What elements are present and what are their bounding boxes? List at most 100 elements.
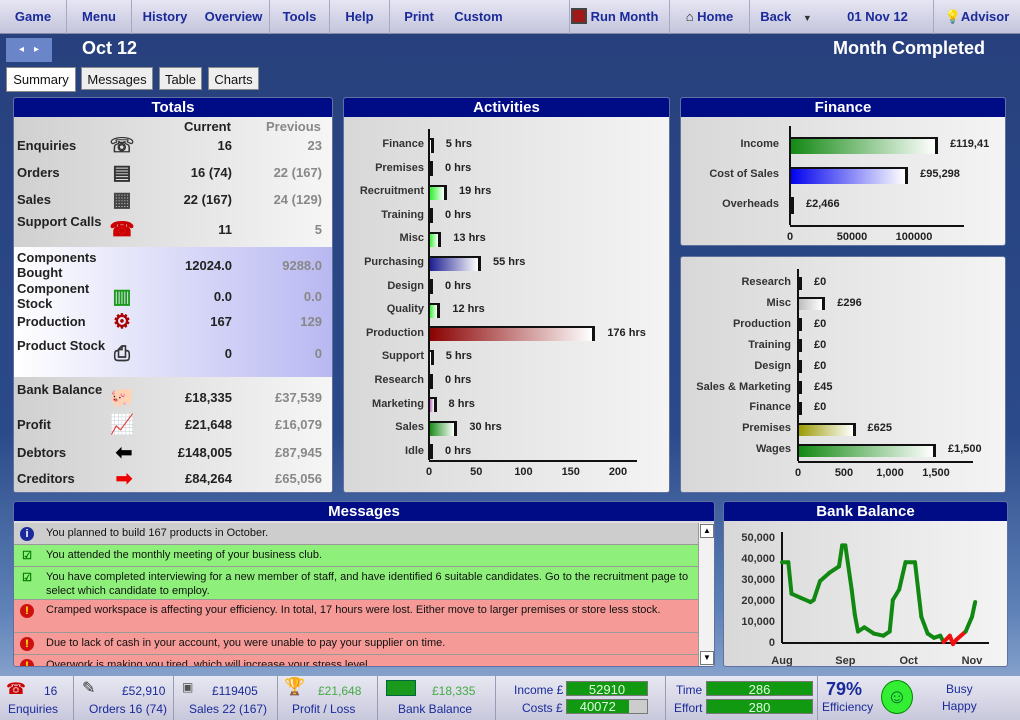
x-tick-label: 50 [470, 466, 483, 478]
bar-sales [429, 420, 458, 436]
bar-value-label: 0 hrs [445, 161, 472, 174]
bar-label: Premises [742, 422, 791, 435]
bar-value-label: £2,466 [806, 198, 840, 210]
y-tick-label: 50,000 [741, 532, 775, 544]
totals-previous-value: 23 [307, 138, 322, 153]
totals-previous-value: £37,539 [275, 390, 322, 405]
bar-label: Premises [375, 161, 424, 174]
x-tick-label: 0 [786, 231, 794, 243]
status-bank-balance[interactable]: £18,335 Bank Balance [378, 676, 496, 720]
balance-line-segment [913, 560, 924, 619]
message-text: Due to lack of cash in your account, you… [46, 637, 446, 649]
order-form-icon: ✎ [82, 680, 96, 697]
x-axis-line [790, 225, 964, 227]
home-button[interactable]: ⌂ Home [670, 0, 750, 34]
menu-print[interactable]: Print [390, 0, 448, 34]
menu-help[interactable]: Help [330, 0, 390, 34]
menu-history[interactable]: History [132, 0, 198, 34]
totals-current-value: 12024.0 [185, 258, 232, 273]
menu-overview[interactable]: Overview [198, 0, 270, 34]
bar-value-label: £0 [814, 317, 827, 330]
bar-value-label: £1,500 [948, 443, 982, 456]
messages-scrollbar[interactable]: ▲ ▼ [698, 523, 714, 666]
x-tick-label: 1,000 [876, 467, 904, 479]
back-button[interactable]: Back ▼ [750, 0, 822, 34]
mood-happy: Happy [942, 699, 977, 713]
totals-row-icon: ▤ [112, 162, 132, 184]
message-item[interactable]: ! Cramped workspace is affecting your eff… [14, 600, 698, 633]
menu-custom-label: Custom [454, 9, 503, 24]
totals-row-creditors: Creditors ➡ £84,264 £65,056 [14, 468, 332, 490]
advisor-button[interactable]: 💡Advisor [934, 0, 1020, 34]
home-label: Home [697, 9, 734, 24]
status-sales[interactable]: ▣ £119405 Sales 22 (167) [174, 676, 278, 720]
banknotes-icon [386, 680, 416, 696]
totals-row-sales: Sales ▦ 22 (167) 24 (129) [14, 189, 332, 211]
totals-row-label: Profit [17, 417, 51, 432]
y-tick-label: 20,000 [741, 595, 775, 607]
status-income-costs: Income £ 52910 Costs £ 40072 [496, 676, 666, 720]
bar-wages [798, 443, 936, 457]
bar-misc [429, 231, 442, 247]
totals-row-bank-balance: Bank Balance 🐖 £18,335 £37,539 [14, 382, 332, 414]
status-orders[interactable]: ✎ £52,910 Orders 16 (74) [74, 676, 174, 720]
bar-value-label: £95,298 [920, 168, 960, 180]
costs-value: 40072 [567, 700, 629, 713]
totals-panel: Totals Current Previous Enquiries ☏ 16 23 Or… [13, 97, 333, 493]
menu-custom[interactable]: Custom [448, 0, 570, 34]
scroll-down-icon[interactable]: ▼ [700, 651, 714, 665]
totals-row-icon: ☏ [109, 135, 135, 157]
x-tick-label: 0 [425, 466, 433, 478]
prev-period-button[interactable]: ◂ [19, 44, 24, 55]
sales-value: £119405 [212, 684, 258, 698]
scroll-up-icon[interactable]: ▲ [700, 524, 714, 538]
status-profit[interactable]: 🏆 £21,648 Profit / Loss [278, 676, 378, 720]
enquiries-value: 16 [44, 684, 58, 698]
bar-value-label: 30 hrs [469, 421, 502, 434]
bar-label: Production [365, 326, 424, 339]
x-axis-line [798, 461, 973, 463]
bar-label: Overheads [722, 198, 779, 210]
tab-messages[interactable]: Messages [81, 67, 153, 90]
totals-row-label: Components Bought [17, 250, 97, 280]
message-item[interactable]: ☑ You attended the monthly meeting of you… [14, 545, 698, 567]
menu-menu[interactable]: Menu [67, 0, 132, 34]
tab-charts[interactable]: Charts [208, 67, 259, 90]
balance-line-segment [970, 600, 978, 619]
bar-value-label: 13 hrs [453, 232, 486, 245]
x-tick-label: Oct [899, 655, 918, 667]
message-item[interactable]: i You planned to build 167 products in Oc… [14, 523, 698, 545]
totals-row-components-bought: Components Bought 12024.0 9288.0 [14, 250, 332, 282]
bar-value-label: £45 [814, 380, 833, 393]
run-month-button[interactable]: Run Month [560, 0, 670, 34]
y-tick-label: 30,000 [741, 574, 775, 586]
activities-chart: Finance 5 hrs Premises 0 hrs Recruitment 19 h… [344, 98, 669, 492]
bar-income [790, 136, 939, 154]
next-period-button[interactable]: ▸ [34, 44, 39, 55]
totals-row-orders: Orders ▤ 16 (74) 22 (167) [14, 162, 332, 184]
time-label: Time [676, 683, 703, 697]
overheads-chart: Research £0 Misc £296 Production £0 Training £0… [681, 257, 1005, 492]
message-text: You attended the monthly meeting of your… [46, 549, 322, 561]
mood-busy: Busy [946, 682, 973, 696]
status-enquiries[interactable]: ☎ 16 Enquiries [0, 676, 74, 720]
totals-previous-value: £87,945 [275, 445, 322, 460]
bar-value-label: £0 [814, 338, 827, 351]
totals-row-label: Orders [17, 165, 60, 180]
menu-game[interactable]: Game [0, 0, 67, 34]
message-item[interactable]: ! Due to lack of cash in your account, yo… [14, 633, 698, 655]
x-tick-label: 100000 [895, 231, 933, 243]
bar-production [429, 326, 596, 342]
menu-tools[interactable]: Tools [270, 0, 330, 34]
tab-table[interactable]: Table [159, 67, 202, 90]
totals-row-icon: ▦ [112, 189, 132, 211]
message-item[interactable]: ! Overwork is making you tired, which wil… [14, 655, 698, 666]
effort-label: Effort [674, 701, 703, 715]
tab-summary[interactable]: Summary [6, 67, 76, 92]
bank-balance-chart: 50,000 40,000 30,000 20,000 10,000 0 Aug Sep Oct… [741, 532, 989, 667]
message-item[interactable]: ☑ You have completed interviewing for a n… [14, 567, 698, 600]
advisor-label: Advisor [960, 9, 1010, 24]
totals-current-value: £148,005 [177, 445, 232, 460]
y-axis-line [789, 126, 791, 225]
totals-previous-value: 129 [300, 314, 322, 329]
